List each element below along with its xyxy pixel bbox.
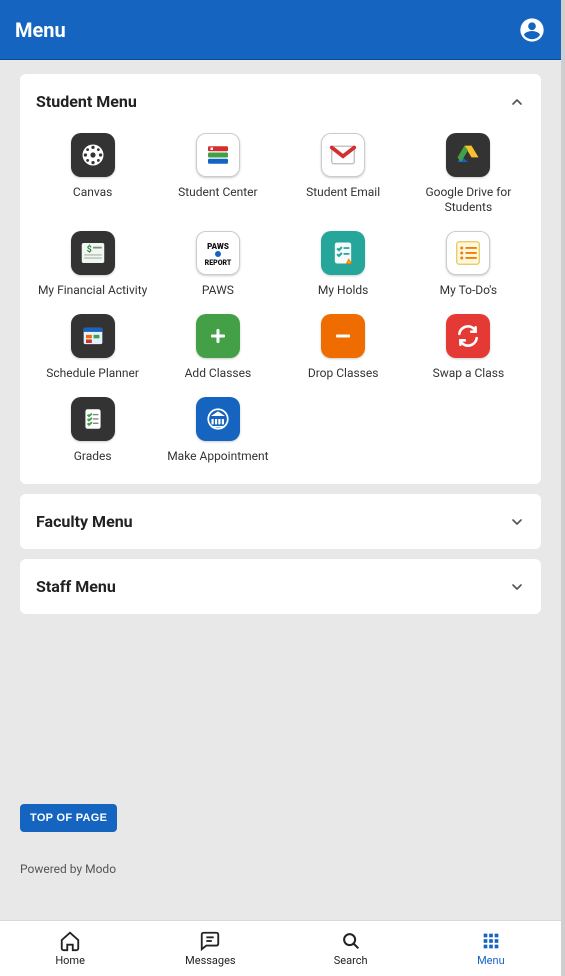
app-make-appointment[interactable]: Make Appointment <box>155 397 280 464</box>
app-label: My Financial Activity <box>38 283 147 298</box>
app-label: Student Center <box>178 185 257 200</box>
nav-label: Home <box>55 954 85 967</box>
student-menu-panel: Student Menu Canvas Student Center <box>20 74 541 484</box>
paws-report-icon: PAWS REPORT <box>196 231 240 275</box>
nav-messages[interactable]: Messages <box>140 921 280 976</box>
app-label: Canvas <box>73 185 112 200</box>
app-google-drive[interactable]: Google Drive for Students <box>406 133 531 215</box>
app-label: Student Email <box>306 185 380 200</box>
app-label: PAWS <box>202 283 234 298</box>
nav-home[interactable]: Home <box>0 921 140 976</box>
app-label: Drop Classes <box>308 366 379 381</box>
nav-search[interactable]: Search <box>281 921 421 976</box>
faculty-menu-panel: Faculty Menu <box>20 494 541 549</box>
home-icon <box>59 930 81 952</box>
svg-text:$: $ <box>86 244 91 255</box>
holds-checklist-icon <box>321 231 365 275</box>
bottom-nav: Home Messages Search Menu <box>0 920 561 976</box>
schedule-icon <box>71 314 115 358</box>
staff-menu-title: Staff Menu <box>36 577 116 596</box>
staff-menu-panel: Staff Menu <box>20 559 541 614</box>
app-label: Grades <box>74 449 112 464</box>
app-add-classes[interactable]: Add Classes <box>155 314 280 381</box>
svg-text:REPORT: REPORT <box>205 259 232 267</box>
app-swap-class[interactable]: Swap a Class <box>406 314 531 381</box>
powered-by-text: Powered by Modo <box>20 862 541 876</box>
app-canvas[interactable]: Canvas <box>30 133 155 215</box>
nav-label: Messages <box>185 954 235 967</box>
app-my-financial-activity[interactable]: $ My Financial Activity <box>30 231 155 298</box>
page-title: Menu <box>15 18 66 42</box>
app-drop-classes[interactable]: Drop Classes <box>281 314 406 381</box>
app-label: My To-Do's <box>440 283 497 298</box>
search-icon <box>340 930 362 952</box>
app-label: Schedule Planner <box>46 366 139 381</box>
app-grades[interactable]: Grades <box>30 397 155 464</box>
app-header: Menu <box>0 0 561 60</box>
gmail-icon <box>321 133 365 177</box>
chevron-down-icon <box>509 514 525 530</box>
plus-icon <box>196 314 240 358</box>
top-of-page-button[interactable]: TOP OF PAGE <box>20 804 117 832</box>
app-student-center[interactable]: Student Center <box>155 133 280 215</box>
staff-menu-toggle[interactable]: Staff Menu <box>20 559 541 614</box>
nav-label: Search <box>334 954 368 967</box>
todo-list-icon <box>446 231 490 275</box>
grades-checklist-icon <box>71 397 115 441</box>
chevron-up-icon <box>509 94 525 110</box>
apps-grid-icon <box>480 930 502 952</box>
canvas-icon <box>71 133 115 177</box>
app-schedule-planner[interactable]: Schedule Planner <box>30 314 155 381</box>
swap-icon <box>446 314 490 358</box>
app-label: Add Classes <box>185 366 252 381</box>
page-content[interactable]: Student Menu Canvas Student Center <box>0 60 561 920</box>
app-label: Make Appointment <box>167 449 268 464</box>
google-drive-icon <box>446 133 490 177</box>
app-student-email[interactable]: Student Email <box>281 133 406 215</box>
faculty-menu-title: Faculty Menu <box>36 512 133 531</box>
nav-label: Menu <box>477 954 505 967</box>
nav-menu[interactable]: Menu <box>421 921 561 976</box>
svg-text:PAWS: PAWS <box>207 242 229 251</box>
scrollbar[interactable] <box>561 0 565 976</box>
faculty-menu-toggle[interactable]: Faculty Menu <box>20 494 541 549</box>
account-circle-icon[interactable] <box>518 16 546 44</box>
student-menu-toggle[interactable]: Student Menu <box>20 74 541 129</box>
app-my-holds[interactable]: My Holds <box>281 231 406 298</box>
institution-icon <box>196 397 240 441</box>
app-paws[interactable]: PAWS REPORT PAWS <box>155 231 280 298</box>
app-label: Swap a Class <box>433 366 505 381</box>
app-label: My Holds <box>318 283 368 298</box>
student-menu-title: Student Menu <box>36 92 137 111</box>
financial-icon: $ <box>71 231 115 275</box>
messages-icon <box>199 930 221 952</box>
app-label: Google Drive for Students <box>410 185 527 215</box>
books-icon <box>196 133 240 177</box>
student-apps-grid: Canvas Student Center Student Email <box>20 129 541 484</box>
app-my-todos[interactable]: My To-Do's <box>406 231 531 298</box>
minus-icon <box>321 314 365 358</box>
chevron-down-icon <box>509 579 525 595</box>
